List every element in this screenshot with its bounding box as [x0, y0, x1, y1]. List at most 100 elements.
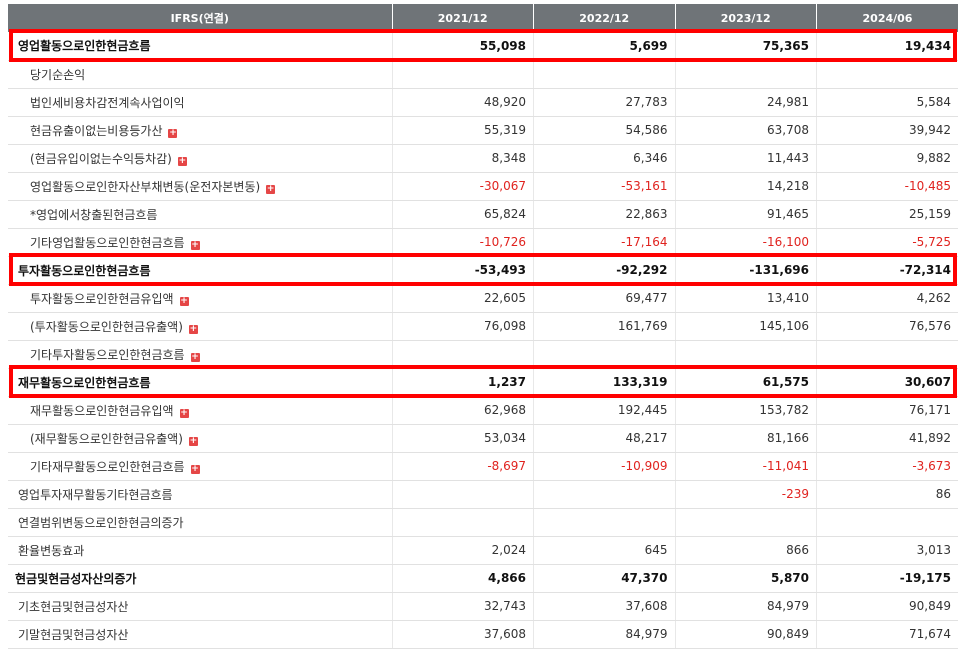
value-cell: 48,920 — [392, 88, 534, 117]
value-cell: 86 — [816, 480, 958, 509]
expand-plus-icon[interactable]: + — [190, 464, 200, 474]
table-body: 영업활동으로인한현금흐름 55,098 5,699 75,365 19,434 당기순손익… — [8, 32, 958, 649]
row-label: 기말현금및현금성자산 — [18, 627, 129, 642]
row-label: 투자활동으로인한현금유입액 — [30, 291, 174, 306]
value-cell: 55,098 — [392, 32, 534, 61]
cash-flow-table: IFRS(연결) 2021/12 2022/12 2023/12 2024/06… — [8, 4, 958, 649]
expand-plus-icon[interactable]: + — [179, 296, 189, 306]
value-cell: 3,013 — [816, 536, 958, 565]
value-cell: 37,608 — [533, 592, 676, 621]
value-cell: 866 — [675, 536, 817, 565]
table-row: 기타영업활동으로인한현금흐름 + -10,726 -17,164 -16,100 -5,7… — [8, 228, 958, 257]
value-cell: 61,575 — [675, 368, 817, 397]
row-label-cell: (재무활동으로인한현금유출액) + — [8, 424, 393, 453]
value-cell: 145,106 — [675, 312, 817, 341]
value-cell: 14,218 — [675, 172, 817, 201]
table-row: 투자활동으로인한현금흐름 -53,493 -92,292 -131,696 -72,31… — [8, 256, 958, 285]
row-label: 당기순손익 — [30, 67, 86, 82]
row-label-cell: 당기순손익 — [8, 60, 393, 89]
table-row: 영업활동으로인한자산부채변동(운전자본변동) + -30,067 -53,161 14,… — [8, 172, 958, 201]
value-cell: -10,485 — [816, 172, 958, 201]
value-cell: 645 — [533, 536, 676, 565]
row-label: 기타영업활동으로인한현금흐름 — [30, 235, 185, 250]
table-header-row: IFRS(연결) 2021/12 2022/12 2023/12 2024/06 — [8, 4, 958, 32]
table-row: 현금유출이없는비용등가산 +55,319 54,586 63,708 39,942 — [8, 116, 958, 145]
header-period: 2022/12 — [533, 4, 676, 32]
value-cell: -131,696 — [675, 256, 817, 285]
value-cell: 54,586 — [533, 116, 676, 145]
row-label: 영업투자재무활동기타현금흐름 — [18, 487, 173, 502]
value-cell: -3,673 — [816, 452, 958, 481]
expand-plus-icon[interactable]: + — [168, 128, 178, 138]
expand-plus-icon[interactable]: + — [188, 436, 198, 446]
row-label-cell: 투자활동으로인한현금흐름 — [8, 256, 393, 285]
expand-plus-icon[interactable]: + — [177, 156, 187, 166]
row-label: 현금유출이없는비용등가산 — [30, 123, 163, 138]
row-label-cell: 법인세비용차감전계속사업이익 — [8, 88, 393, 117]
table-row: 영업투자재무활동기타현금흐름 -239 86 — [8, 480, 958, 509]
value-cell: -11,041 — [675, 452, 817, 481]
value-cell: 153,782 — [675, 396, 817, 425]
value-cell: 84,979 — [533, 620, 676, 649]
row-label-cell: 기타투자활동으로인한현금흐름 + — [8, 340, 393, 369]
value-cell — [675, 508, 817, 537]
value-cell: 90,849 — [675, 620, 817, 649]
table-row: 기초현금및현금성자산 32,743 37,608 84,979 90,849 — [8, 592, 958, 621]
value-cell: 4,866 — [392, 564, 534, 593]
value-cell: 32,743 — [392, 592, 534, 621]
row-label-cell: (현금유입이없는수익등차감) + — [8, 144, 393, 173]
expand-plus-icon[interactable]: + — [188, 324, 198, 334]
row-label: 투자활동으로인한현금흐름 — [18, 263, 151, 278]
table-row: 재무활동으로인한현금유입액 +62,968 192,445 153,782 76,171 — [8, 396, 958, 425]
value-cell: 6,346 — [533, 144, 676, 173]
row-label-cell: 현금및현금성자산의증가 — [8, 564, 393, 593]
table-row: 기타재무활동으로인한현금흐름 + -8,697 -10,909 -11,041 -3,67… — [8, 452, 958, 481]
row-label-cell: 연결범위변동으로인한현금의증가 — [8, 508, 393, 537]
table-row: 기말현금및현금성자산 37,608 84,979 90,849 71,674 — [8, 620, 958, 649]
value-cell — [533, 480, 676, 509]
value-cell: 76,171 — [816, 396, 958, 425]
expand-plus-icon[interactable]: + — [266, 184, 276, 194]
value-cell: -30,067 — [392, 172, 534, 201]
row-label: 연결범위변동으로인한현금의증가 — [18, 515, 184, 530]
value-cell — [816, 60, 958, 89]
value-cell: 25,159 — [816, 200, 958, 229]
value-cell: 24,981 — [675, 88, 817, 117]
value-cell — [533, 508, 676, 537]
row-label-cell: 투자활동으로인한현금유입액 + — [8, 284, 393, 313]
value-cell: 5,584 — [816, 88, 958, 117]
row-label-cell: 재무활동으로인한현금흐름 — [8, 368, 393, 397]
value-cell: 192,445 — [533, 396, 676, 425]
table-row: 현금및현금성자산의증가 4,866 47,370 5,870 -19,175 — [8, 564, 958, 593]
value-cell: 65,824 — [392, 200, 534, 229]
value-cell: 22,863 — [533, 200, 676, 229]
row-label: 영업활동으로인한현금흐름 — [18, 39, 151, 54]
expand-plus-icon[interactable]: + — [190, 240, 200, 250]
value-cell: 76,098 — [392, 312, 534, 341]
row-label: *영업에서창출된현금흐름 — [30, 207, 158, 222]
row-label-cell: *영업에서창출된현금흐름 — [8, 200, 393, 229]
value-cell: 76,576 — [816, 312, 958, 341]
row-label-cell: 기타영업활동으로인한현금흐름 + — [8, 228, 393, 257]
value-cell: 84,979 — [675, 592, 817, 621]
row-label: 기타재무활동으로인한현금흐름 — [30, 459, 185, 474]
value-cell: -16,100 — [675, 228, 817, 257]
value-cell: -10,909 — [533, 452, 676, 481]
row-label-cell: 영업활동으로인한현금흐름 — [8, 32, 393, 61]
value-cell — [392, 480, 534, 509]
value-cell: -72,314 — [816, 256, 958, 285]
row-label: 재무활동으로인한현금흐름 — [18, 375, 151, 390]
value-cell: 91,465 — [675, 200, 817, 229]
value-cell: 1,237 — [392, 368, 534, 397]
row-label: 환율변동효과 — [18, 543, 85, 558]
header-ifrs: IFRS(연결) — [8, 4, 393, 32]
value-cell: 5,699 — [533, 32, 676, 61]
expand-plus-icon[interactable]: + — [179, 408, 189, 418]
value-cell: 41,892 — [816, 424, 958, 453]
expand-plus-icon[interactable]: + — [190, 352, 200, 362]
row-label: 법인세비용차감전계속사업이익 — [30, 95, 185, 110]
table-row: (현금유입이없는수익등차감) +8,348 6,346 11,443 9,882 — [8, 144, 958, 173]
row-label: 기타투자활동으로인한현금흐름 — [30, 347, 185, 362]
value-cell: 30,607 — [816, 368, 958, 397]
value-cell — [816, 508, 958, 537]
